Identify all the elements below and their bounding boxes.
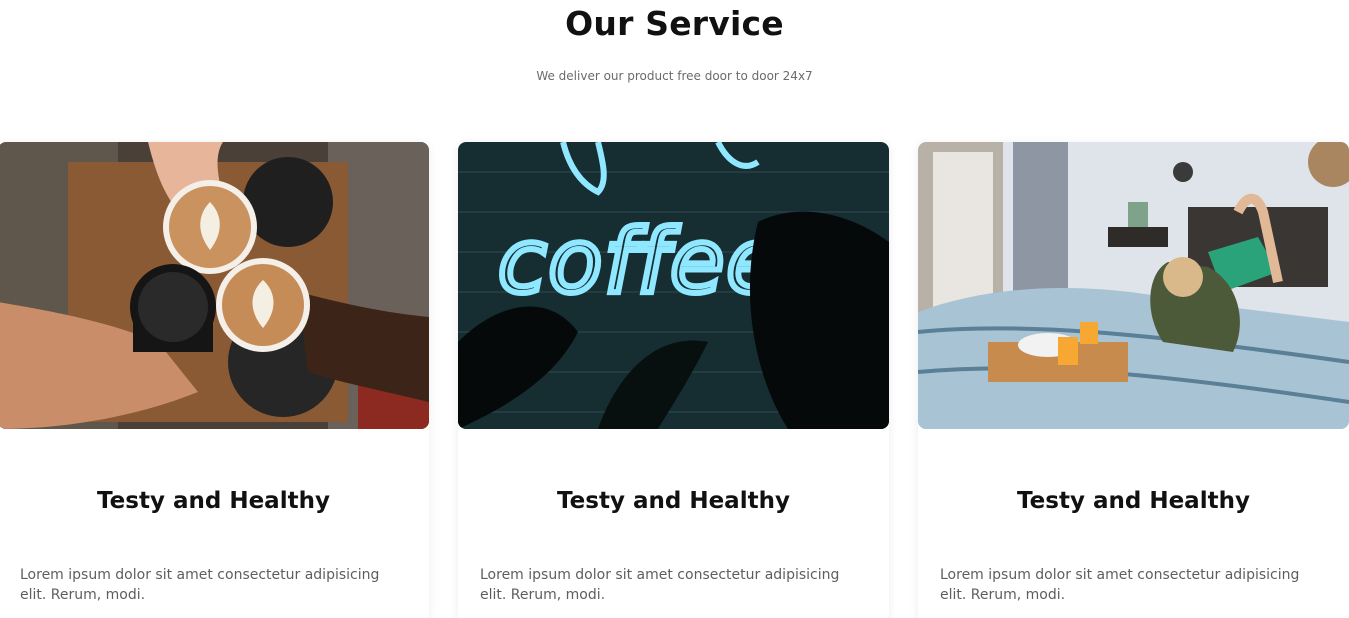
service-card-3[interactable]: Testy and Healthy Lorem ipsum dolor sit …: [918, 142, 1349, 618]
card-title: Testy and Healthy: [97, 488, 330, 514]
service-card-2[interactable]: coffee Testy and Healthy Lorem ipsum dol…: [458, 142, 889, 618]
neon-coffee-sign: coffee: [498, 210, 782, 313]
card-description: Lorem ipsum dolor sit amet consectetur a…: [20, 567, 380, 603]
section-subtitle: We deliver our product free door to door…: [536, 69, 813, 83]
section-title: Our Service: [565, 4, 784, 43]
breakfast-in-bed-image: [918, 142, 1349, 429]
service-card-1[interactable]: Testy and Healthy Lorem ipsum dolor sit …: [0, 142, 429, 618]
card-title: Testy and Healthy: [557, 488, 790, 514]
card-description: Lorem ipsum dolor sit amet consectetur a…: [940, 567, 1300, 603]
card-title: Testy and Healthy: [1017, 488, 1250, 514]
coffee-cheers-image: [0, 142, 429, 429]
card-description: Lorem ipsum dolor sit amet consectetur a…: [480, 567, 840, 603]
neon-coffee-image: coffee: [458, 142, 889, 429]
